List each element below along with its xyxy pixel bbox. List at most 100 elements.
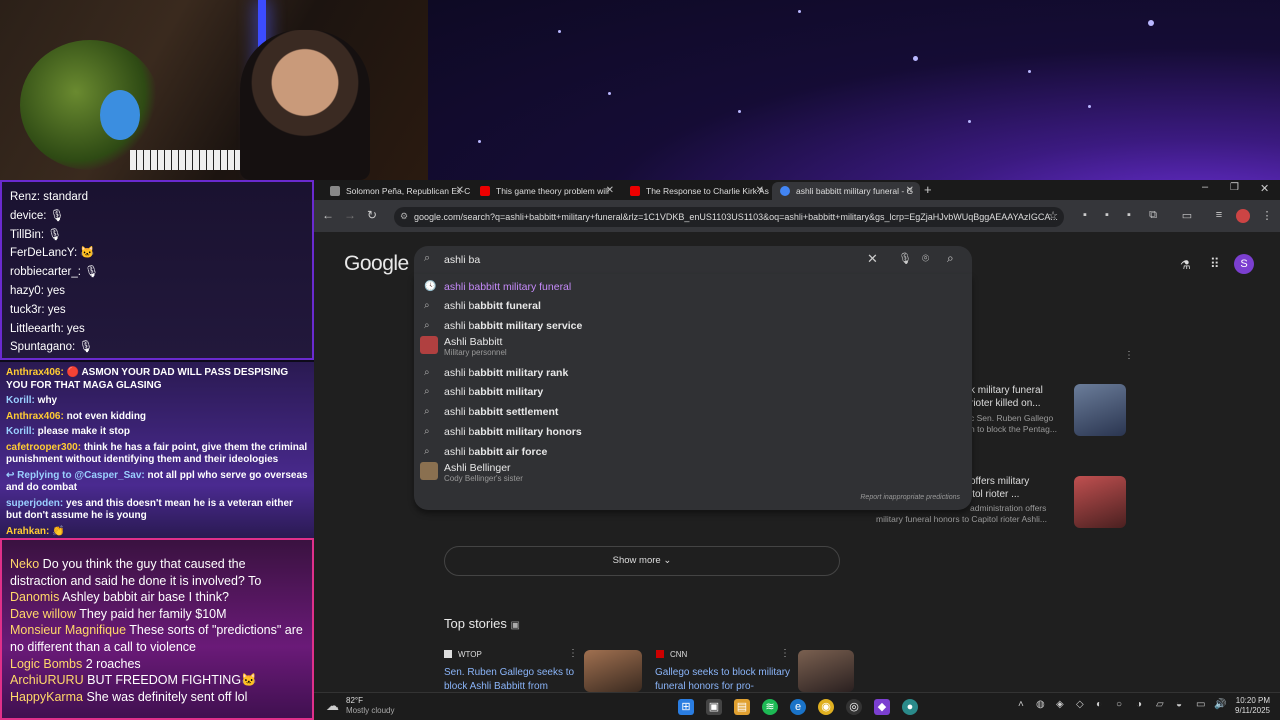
more-options-icon[interactable]: ⋮ bbox=[568, 648, 578, 659]
camera-search-icon[interactable]: ⌾ bbox=[922, 251, 929, 266]
more-options-icon[interactable]: ⋮ bbox=[780, 648, 790, 659]
weather-icon[interactable]: ☁ bbox=[326, 698, 339, 714]
story-title[interactable]: Sen. Ruben Gallego seeks to block Ashli … bbox=[444, 666, 584, 692]
chat-username[interactable]: robbiecarter_ bbox=[10, 266, 78, 278]
close-icon[interactable]: ✕ bbox=[906, 185, 914, 196]
file-explorer-icon[interactable]: ▤ bbox=[734, 699, 750, 715]
chat-username[interactable]: FerDeLancY bbox=[10, 247, 74, 259]
more-options-icon[interactable]: ⋮ bbox=[1124, 350, 1134, 361]
spotify-icon[interactable]: ≋ bbox=[762, 699, 778, 715]
clear-icon[interactable]: ✕ bbox=[867, 251, 878, 267]
story-thumbnail[interactable] bbox=[798, 650, 854, 692]
obs-icon[interactable]: ◎ bbox=[846, 699, 862, 715]
sidepanel-icon[interactable]: ▭ bbox=[1180, 209, 1194, 222]
avatar[interactable] bbox=[1236, 209, 1250, 223]
labs-icon[interactable]: ⚗ bbox=[1180, 258, 1191, 272]
tray-icon[interactable]: ○ bbox=[1116, 699, 1122, 710]
tray-icon[interactable]: ◍ bbox=[1036, 699, 1045, 710]
restore-icon[interactable]: ❐ bbox=[1230, 182, 1239, 193]
suggestion-item[interactable]: Ashli Bellinger Cody Bellinger's sister bbox=[414, 460, 972, 483]
extension-icon[interactable]: ▪ bbox=[1078, 209, 1092, 221]
tray-icon[interactable]: ◑ bbox=[1136, 699, 1142, 710]
tray-icon[interactable]: ▱ bbox=[1156, 699, 1164, 710]
chat-username[interactable]: Korill: bbox=[6, 395, 35, 406]
extension-icon[interactable]: ▪ bbox=[1100, 209, 1114, 221]
downloads-icon[interactable]: ≡ bbox=[1212, 209, 1226, 221]
chat-username[interactable]: Anthrax406: bbox=[6, 367, 64, 378]
forward-icon[interactable]: → bbox=[342, 208, 358, 222]
chat-username[interactable]: Danomis bbox=[10, 590, 59, 604]
chat-username[interactable]: Spuntagano bbox=[10, 341, 72, 353]
news-thumbnail[interactable] bbox=[1074, 476, 1126, 528]
tray-icon[interactable]: ◐ bbox=[1096, 699, 1102, 710]
google-logo[interactable]: Google bbox=[344, 252, 409, 276]
site-info-icon[interactable]: ⚙ bbox=[400, 211, 408, 222]
minimize-icon[interactable]: – bbox=[1202, 181, 1208, 193]
tab-2[interactable]: This game theory problem will ✕ bbox=[472, 182, 620, 200]
chat-username[interactable]: Arahkan: bbox=[6, 526, 49, 537]
search-input[interactable]: ashli ba bbox=[444, 254, 480, 266]
tab-3[interactable]: The Response to Charlie Kirk As ✕ bbox=[622, 182, 770, 200]
suggestion-item[interactable]: ⌕ ashli babbitt funeral bbox=[414, 296, 972, 316]
suggestion-item[interactable]: ⌕ ashli babbitt military bbox=[414, 382, 972, 402]
clock-time[interactable]: 10:20 PM bbox=[1224, 696, 1270, 705]
back-icon[interactable]: ← bbox=[320, 208, 336, 222]
chat-username[interactable]: Anthrax406: bbox=[6, 411, 64, 422]
puzzle-icon[interactable]: ⧉ bbox=[1146, 209, 1160, 222]
chat-username[interactable]: superjoden: bbox=[6, 498, 63, 509]
chat-username[interactable]: tuck3r bbox=[10, 304, 41, 316]
close-icon[interactable]: ✕ bbox=[756, 185, 764, 196]
close-icon[interactable]: ✕ bbox=[456, 185, 464, 196]
reload-icon[interactable]: ↻ bbox=[364, 208, 380, 222]
suggestion-item[interactable]: ⌕ ashli babbitt air force bbox=[414, 442, 972, 462]
clock-date[interactable]: 9/11/2025 bbox=[1224, 706, 1270, 715]
story-title[interactable]: Gallego seeks to block military funeral … bbox=[655, 666, 795, 692]
suggestion-item[interactable]: ⌕ ashli babbitt military rank bbox=[414, 363, 972, 383]
card-2-title[interactable]: offers military itol rioter ... bbox=[970, 476, 1029, 501]
chat-username[interactable]: Neko bbox=[10, 557, 39, 571]
suggestion-item[interactable]: 🕓 ashli babbitt military funeral bbox=[414, 277, 972, 297]
microphone-icon[interactable]: 🎙 bbox=[898, 252, 912, 265]
chat-username[interactable]: Logic Bombs bbox=[10, 657, 82, 671]
app-icon[interactable]: ◆ bbox=[874, 699, 890, 715]
report-predictions-link[interactable]: Report inappropriate predictions bbox=[860, 494, 960, 501]
suggestion-item[interactable]: Ashli Babbitt Military personnel bbox=[414, 334, 972, 357]
story-thumbnail[interactable] bbox=[584, 650, 642, 692]
chat-username[interactable]: Monsieur Magnifique bbox=[10, 623, 126, 637]
start-icon[interactable]: ⊞ bbox=[678, 699, 694, 715]
chat-username[interactable]: Dave willow bbox=[10, 607, 76, 621]
chat-username[interactable]: Korill: bbox=[6, 426, 35, 437]
profile-avatar[interactable]: S bbox=[1234, 254, 1254, 274]
close-icon[interactable]: ✕ bbox=[606, 185, 614, 196]
chat-username[interactable]: cafetrooper300: bbox=[6, 442, 81, 453]
chat-username[interactable]: Renz bbox=[10, 191, 37, 203]
menu-icon[interactable]: ⋮ bbox=[1260, 209, 1274, 222]
chrome-icon[interactable]: ◉ bbox=[818, 699, 834, 715]
suggestion-item[interactable]: ⌕ ashli babbitt settlement bbox=[414, 402, 972, 422]
show-more-button[interactable]: Show more ⌄ bbox=[444, 546, 840, 576]
chevron-up-icon[interactable]: ˄ bbox=[1018, 699, 1024, 710]
network-icon[interactable]: ▭ bbox=[1196, 699, 1205, 710]
search-submit-icon[interactable]: ⌕ bbox=[947, 251, 954, 266]
window-close-icon[interactable]: ✕ bbox=[1260, 182, 1269, 195]
address-bar[interactable]: ⚙ google.com/search?q=ashli+babbitt+milit… bbox=[394, 207, 1064, 227]
news-thumbnail[interactable] bbox=[1074, 384, 1126, 436]
chat-username[interactable]: Littleearth bbox=[10, 323, 61, 335]
app-icon[interactable]: ● bbox=[902, 699, 918, 715]
extension-icon[interactable]: ▪ bbox=[1122, 209, 1136, 221]
star-icon[interactable]: ☆ bbox=[1046, 209, 1060, 222]
chat-username[interactable]: ArchiURURU bbox=[10, 673, 84, 687]
chat-username[interactable]: HappyKarma bbox=[10, 690, 83, 704]
chat-username[interactable]: TillBin bbox=[10, 229, 41, 241]
edge-icon[interactable]: e bbox=[790, 699, 806, 715]
chat-username[interactable]: ↩ Replying to @Casper_Sav: bbox=[6, 470, 145, 481]
suggestion-item[interactable]: ⌕ ashli babbitt military service bbox=[414, 316, 972, 336]
apps-grid-icon[interactable]: ⠿ bbox=[1210, 256, 1220, 272]
new-tab-icon[interactable]: + bbox=[924, 182, 932, 197]
tray-icon[interactable]: ◒ bbox=[1176, 699, 1182, 710]
chat-username[interactable]: device bbox=[10, 210, 43, 222]
tab-4-active[interactable]: ashli babbitt military funeral - G ✕ bbox=[772, 182, 920, 200]
search-bar[interactable]: ⌕ ashli ba ✕ 🎙 ⌾ ⌕ bbox=[414, 246, 972, 274]
tray-icon[interactable]: ◇ bbox=[1076, 699, 1084, 710]
chat-username[interactable]: hazy0 bbox=[10, 285, 41, 297]
